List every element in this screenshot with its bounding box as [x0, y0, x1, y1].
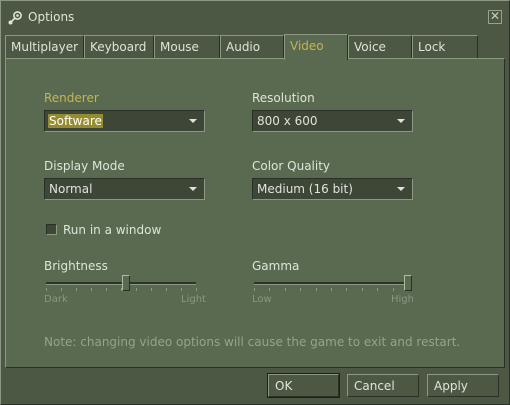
brightness-slider-thumb[interactable]	[122, 275, 130, 291]
cancel-button[interactable]: Cancel	[347, 374, 419, 397]
slider-tick	[91, 288, 92, 291]
brightness-max-label: Light	[181, 294, 206, 305]
chevron-down-icon[interactable]	[189, 187, 197, 191]
restart-note: Note: changing video options will cause …	[44, 335, 461, 349]
slider-tick	[362, 288, 363, 291]
slider-tick	[254, 288, 255, 291]
gamma-min-label: Low	[252, 294, 272, 305]
slider-tick	[285, 288, 286, 291]
chevron-down-icon[interactable]	[189, 119, 197, 123]
display-mode-dropdown[interactable]: Normal	[44, 178, 205, 200]
slider-tick	[269, 288, 270, 291]
apply-button[interactable]: Apply	[427, 374, 499, 397]
slider-tick	[76, 288, 77, 291]
resolution-label: Resolution	[252, 91, 315, 105]
chevron-down-icon[interactable]	[397, 187, 405, 191]
slider-tick	[346, 288, 347, 291]
ok-button[interactable]: OK	[267, 373, 340, 398]
color-quality-value: Medium (16 bit)	[257, 182, 353, 196]
gamma-slider-track[interactable]	[254, 282, 410, 285]
run-in-window-checkbox[interactable]	[46, 224, 57, 235]
slider-tick	[316, 288, 317, 291]
slider-tick	[61, 288, 62, 291]
slider-tick	[300, 288, 301, 291]
renderer-label: Renderer	[44, 91, 99, 105]
display-mode-value: Normal	[49, 182, 93, 196]
color-quality-dropdown[interactable]: Medium (16 bit)	[252, 178, 413, 200]
brightness-slider-track[interactable]	[46, 282, 196, 285]
slider-tick	[181, 288, 182, 291]
brightness-label: Brightness	[44, 259, 108, 273]
resolution-value: 800 x 600	[257, 114, 318, 128]
gamma-label: Gamma	[252, 259, 300, 273]
run-in-window-label[interactable]: Run in a window	[63, 223, 161, 237]
slider-tick	[166, 288, 167, 291]
video-settings-content: Renderer Software Resolution 800 x 600 D…	[1, 1, 509, 404]
slider-tick	[196, 288, 197, 291]
gamma-slider-thumb[interactable]	[404, 275, 412, 291]
slider-tick	[46, 288, 47, 291]
chevron-down-icon[interactable]	[397, 119, 405, 123]
color-quality-label: Color Quality	[252, 159, 331, 173]
options-dialog: Options ✕ Multiplayer Keyboard Mouse Aud…	[0, 0, 510, 405]
renderer-value: Software	[48, 114, 103, 128]
display-mode-label: Display Mode	[44, 159, 125, 173]
slider-tick	[331, 288, 332, 291]
gamma-max-label: High	[391, 294, 414, 305]
slider-tick	[377, 288, 378, 291]
slider-tick	[151, 288, 152, 291]
brightness-min-label: Dark	[44, 294, 68, 305]
slider-tick	[136, 288, 137, 291]
slider-tick	[393, 288, 394, 291]
renderer-dropdown[interactable]: Software	[44, 110, 205, 132]
slider-tick	[106, 288, 107, 291]
resolution-dropdown[interactable]: 800 x 600	[252, 110, 413, 132]
